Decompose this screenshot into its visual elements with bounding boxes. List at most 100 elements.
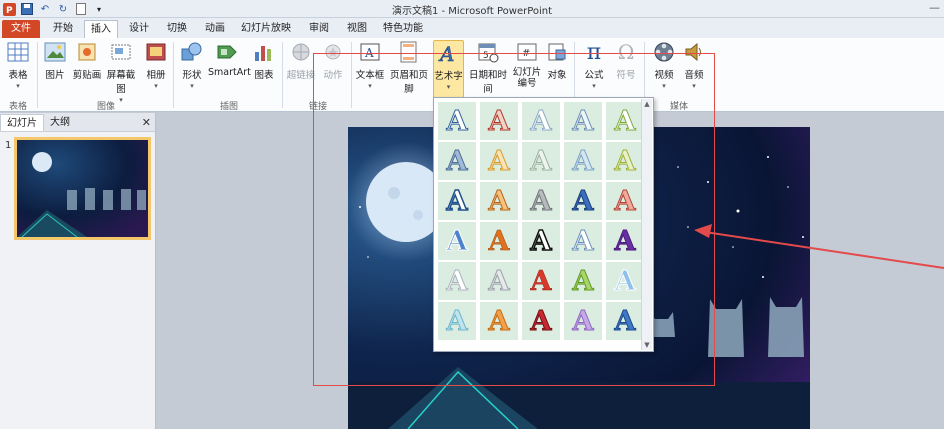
wordart-style-option[interactable]: A (438, 222, 476, 260)
group-links-label: 链接 (308, 102, 327, 112)
bar-chart-icon (252, 40, 276, 64)
wordart-style-option[interactable]: A (564, 222, 602, 260)
ribbon-tabs: 文件 开始 插入 设计 切换 动画 幻灯片放映 审阅 视图 特色功能 (0, 18, 944, 38)
album-button[interactable]: 相册 ▾ (142, 40, 170, 90)
panel-tab-slides[interactable]: 幻灯片 (0, 113, 44, 131)
slide-number-button[interactable]: # 幻灯片 编号 (511, 40, 543, 89)
wordart-style-option[interactable]: A (438, 262, 476, 300)
wordart-style-option[interactable]: A (564, 182, 602, 220)
datetime-button[interactable]: 5 日期和时间 (465, 40, 511, 95)
wordart-style-option[interactable]: A (606, 182, 644, 220)
smartart-icon (216, 40, 240, 64)
scroll-down-icon[interactable]: ▼ (642, 340, 652, 350)
textbox-button[interactable]: A 文本框 ▾ (354, 40, 386, 90)
tab-insert[interactable]: 插入 (84, 20, 118, 38)
wordart-style-option[interactable]: A (438, 102, 476, 140)
wordart-style-option[interactable]: A (564, 102, 602, 140)
action-button[interactable]: 动作 (318, 40, 348, 81)
table-label: 表格 (8, 70, 28, 81)
header-footer-icon (397, 40, 421, 64)
tab-view[interactable]: 视图 (340, 20, 374, 38)
wordart-style-option[interactable]: A (480, 262, 518, 300)
header-footer-label: 页眉和页脚 (389, 70, 428, 95)
hyperlink-button[interactable]: 超链接 (286, 40, 316, 81)
wordart-style-option[interactable]: A (606, 102, 644, 140)
object-button[interactable]: 对象 (545, 40, 569, 81)
tab-animations[interactable]: 动画 (198, 20, 232, 38)
film-reel-icon (652, 40, 676, 64)
wordart-style-option[interactable]: A (606, 302, 644, 340)
symbol-button[interactable]: Ω 符号 (612, 40, 640, 81)
wordart-style-option[interactable]: A (606, 142, 644, 180)
wordart-style-option[interactable]: A (606, 262, 644, 300)
chart-label: 图表 (254, 70, 274, 81)
tab-review[interactable]: 审阅 (302, 20, 336, 38)
picture-button[interactable]: 图片 (42, 40, 68, 81)
wordart-style-option[interactable]: A (522, 182, 560, 220)
scroll-up-icon[interactable]: ▲ (642, 99, 652, 109)
wordart-style-option[interactable]: A (480, 222, 518, 260)
svg-text:5: 5 (483, 51, 489, 61)
wordart-style-option[interactable]: A (564, 302, 602, 340)
wordart-grid: AAAAAAAAAAAAAAAAAAAAAAAAAAAAAA (438, 102, 644, 340)
video-label: 视频 (654, 70, 674, 81)
object-label: 对象 (547, 70, 567, 81)
wordart-style-option[interactable]: A (438, 142, 476, 180)
wordart-style-option[interactable]: A (522, 302, 560, 340)
screenshot-button[interactable]: 屏幕截图 ▾ (103, 40, 139, 104)
minimize-icon[interactable]: — (929, 1, 940, 14)
wordart-style-option[interactable]: A (522, 262, 560, 300)
close-icon[interactable]: ✕ (142, 116, 151, 129)
group-tables-label: 表格 (8, 102, 27, 112)
wordart-button[interactable]: A 艺术字 ▾ (433, 40, 464, 98)
tab-transitions[interactable]: 切换 (160, 20, 194, 38)
screenshot-label: 屏幕截图 (106, 70, 136, 95)
wordart-style-option[interactable]: A (438, 302, 476, 340)
speaker-icon (682, 40, 706, 64)
wordart-style-option[interactable]: A (564, 262, 602, 300)
audio-button[interactable]: 音频 ▾ (680, 40, 708, 90)
table-icon (6, 40, 30, 64)
wordart-style-option[interactable]: A (522, 102, 560, 140)
equation-button[interactable]: π 公式 ▾ (580, 40, 608, 91)
gallery-scrollbar[interactable]: ▲ ▼ (641, 99, 652, 350)
wordart-style-option[interactable]: A (480, 302, 518, 340)
video-button[interactable]: 视频 ▾ (650, 40, 678, 90)
panel-tab-outline[interactable]: 大纲 (44, 114, 76, 131)
clipart-button[interactable]: 剪贴画 (72, 40, 102, 81)
wordart-style-option[interactable]: A (438, 182, 476, 220)
wordart-style-option[interactable]: A (480, 142, 518, 180)
group-images-label: 图像 (96, 102, 115, 112)
symbol-label: 符号 (616, 70, 636, 81)
wordart-style-option[interactable]: A (564, 142, 602, 180)
wordart-style-option[interactable]: A (480, 182, 518, 220)
textbox-label: 文本框 (355, 70, 385, 81)
calendar-icon: 5 (476, 40, 500, 64)
title-bar: P ↶ ↻ ▾ 演示文稿1 - Microsoft PowerPoint — (0, 0, 944, 18)
slide-number-label: 幻灯片 编号 (512, 67, 542, 89)
smartart-button[interactable]: SmartArt (208, 40, 251, 78)
wordart-style-option[interactable]: A (522, 222, 560, 260)
slide-number-icon: # (515, 40, 539, 64)
action-star-icon (321, 40, 345, 64)
shapes-icon (180, 40, 204, 64)
shapes-button[interactable]: 形状 ▾ (178, 40, 206, 90)
wordart-style-option[interactable]: A (606, 222, 644, 260)
tab-slideshow[interactable]: 幻灯片放映 (238, 20, 294, 38)
album-label: 相册 (146, 70, 166, 81)
hyperlink-globe-icon (289, 40, 313, 64)
chart-button[interactable]: 图表 (250, 40, 278, 81)
picture-icon (43, 40, 67, 64)
slide-thumbnail[interactable] (14, 137, 151, 240)
header-footer-button[interactable]: 页眉和页脚 (386, 40, 432, 95)
tab-special[interactable]: 特色功能 (378, 20, 428, 38)
wordart-style-option[interactable]: A (480, 102, 518, 140)
shapes-label: 形状 (182, 70, 202, 81)
tab-home[interactable]: 开始 (46, 20, 80, 38)
tab-file[interactable]: 文件 (2, 20, 40, 38)
table-button[interactable]: 表格 ▾ (4, 40, 32, 90)
wordart-style-option[interactable]: A (522, 142, 560, 180)
wordart-gallery: AAAAAAAAAAAAAAAAAAAAAAAAAAAAAA ▲ ▼ (433, 97, 654, 352)
clipart-icon (75, 40, 99, 64)
tab-design[interactable]: 设计 (122, 20, 156, 38)
